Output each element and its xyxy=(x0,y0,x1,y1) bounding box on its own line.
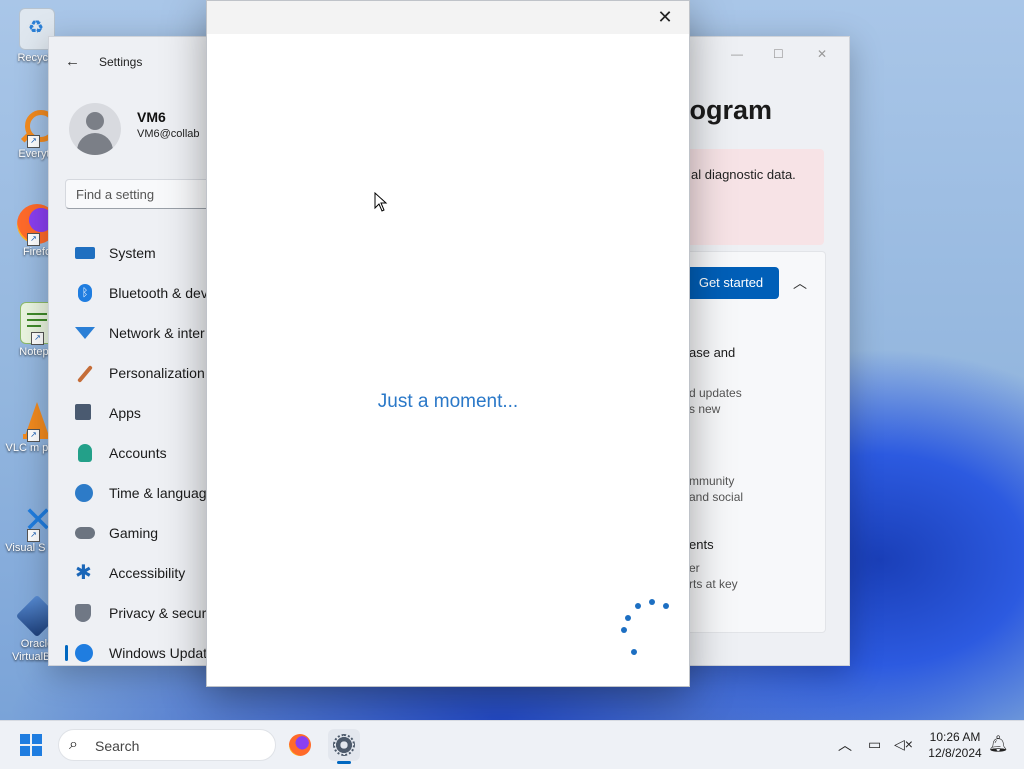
firefox-icon xyxy=(289,734,311,756)
insider-program-card xyxy=(669,251,826,633)
taskbar-search-placeholder: Search xyxy=(95,738,140,754)
gear-icon xyxy=(333,734,355,756)
active-indicator xyxy=(337,761,351,764)
taskbar-firefox-button[interactable] xyxy=(284,729,316,761)
nav-item-label: Bluetooth & dev xyxy=(109,285,208,301)
volume-muted-icon[interactable]: ◁× xyxy=(894,736,913,752)
card-item-heading: ase and xyxy=(689,345,736,360)
wifi-icon xyxy=(75,327,95,339)
page-title: rogram xyxy=(679,95,773,125)
diagnostic-warning-card: al diagnostic data. xyxy=(669,149,824,245)
windows-update-icon xyxy=(75,644,93,662)
nav-item-label: Accounts xyxy=(109,445,167,461)
loading-dialog: ✕ Just a moment... xyxy=(206,0,690,687)
loading-text: Just a moment... xyxy=(377,391,519,412)
close-icon[interactable]: ✕ xyxy=(655,7,675,27)
brush-icon xyxy=(77,365,93,383)
close-window-icon[interactable]: ✕ xyxy=(817,47,827,61)
nav-item-label: Windows Updat xyxy=(109,645,208,661)
chevron-up-icon[interactable]: ︿ xyxy=(793,273,807,293)
clock-date: 12/8/2024 xyxy=(928,746,982,760)
back-arrow-icon[interactable]: ← xyxy=(65,53,80,70)
user-email: VM6@collab xyxy=(137,128,200,140)
gaming-icon xyxy=(75,527,95,539)
avatar[interactable] xyxy=(69,103,121,155)
card-item-text: er xyxy=(689,561,700,575)
card-item-text: and social xyxy=(689,490,744,504)
settings-title: Settings xyxy=(99,55,143,69)
loading-spinner-icon xyxy=(413,297,669,655)
shortcut-arrow-icon: ↗ xyxy=(27,233,40,246)
mouse-cursor-icon xyxy=(374,192,388,212)
shortcut-arrow-icon: ↗ xyxy=(27,135,40,148)
nav-item-label: Network & inter xyxy=(109,325,205,341)
network-icon[interactable]: ▭ xyxy=(868,736,886,752)
shortcut-arrow-icon: ↗ xyxy=(27,529,40,542)
nav-item-label: Apps xyxy=(109,405,141,421)
dialog-titlebar: ✕ xyxy=(207,1,689,34)
card-item-text: mmunity xyxy=(689,474,735,488)
show-hidden-icons-chevron-icon[interactable]: ︿ xyxy=(838,735,852,755)
taskbar-clock[interactable]: 10:26 AM 12/8/2024 xyxy=(920,729,990,761)
accounts-icon xyxy=(78,444,92,462)
time-language-icon xyxy=(75,484,93,502)
nav-item-label: Time & languag xyxy=(109,485,207,501)
apps-icon xyxy=(75,404,91,420)
search-icon: ⌕ xyxy=(69,736,78,753)
get-started-button[interactable]: Get started xyxy=(683,267,779,299)
card-item-text: d updates xyxy=(689,386,742,400)
maximize-icon[interactable]: ☐ xyxy=(773,47,784,61)
nav-item-label: Personalization xyxy=(109,365,205,381)
card-item-heading: ents xyxy=(689,537,714,552)
nav-item-label: Accessibility xyxy=(109,565,186,581)
taskbar-settings-button[interactable] xyxy=(328,729,360,764)
start-button[interactable] xyxy=(20,734,42,756)
nav-item-label: Privacy & securi xyxy=(109,605,210,621)
clock-time: 10:26 AM xyxy=(929,730,981,744)
nav-item-label: Gaming xyxy=(109,525,159,541)
nav-item-label: System xyxy=(109,245,156,261)
accessibility-icon: ✱ xyxy=(75,562,92,584)
shortcut-arrow-icon: ↗ xyxy=(31,332,44,345)
card-item-text: rts at key xyxy=(689,577,738,591)
warning-text: al diagnostic data. xyxy=(691,167,796,182)
minimize-icon[interactable]: — xyxy=(731,47,743,61)
card-item-text: s new xyxy=(689,402,721,416)
bluetooth-icon: ᛒ xyxy=(78,284,92,302)
shield-icon xyxy=(75,604,91,622)
shortcut-arrow-icon: ↗ xyxy=(27,429,40,442)
system-icon xyxy=(75,247,95,259)
notification-bell-icon[interactable]: 🔔︎ xyxy=(988,734,1008,754)
user-name: VM6 xyxy=(137,109,166,125)
taskbar-search-input[interactable]: ⌕ Search xyxy=(58,729,276,761)
taskbar: ⌕ Search ︿ ▭ ◁× 10:26 AM 12/8/2024 🔔︎ xyxy=(0,720,1024,769)
